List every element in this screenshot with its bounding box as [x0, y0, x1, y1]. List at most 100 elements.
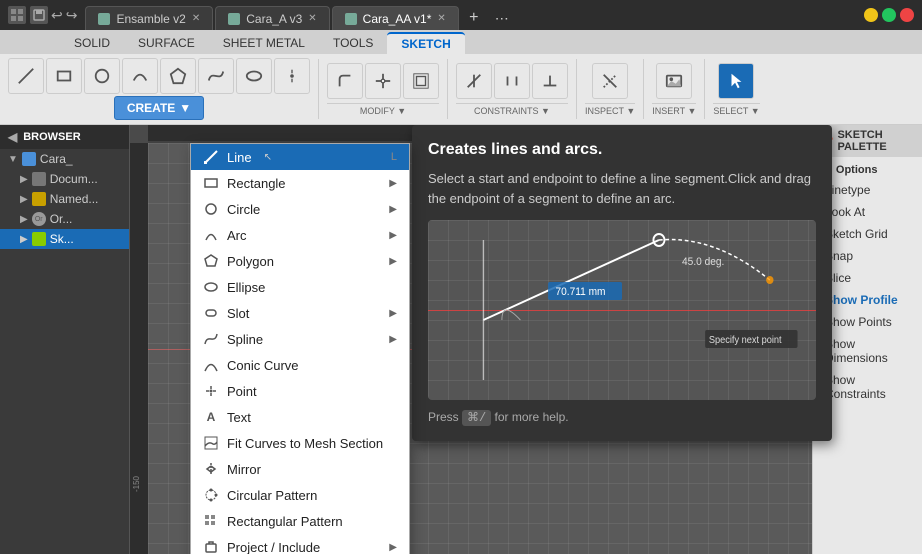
point-icon: [203, 383, 219, 399]
menu-item-conic[interactable]: Conic Curve: [191, 352, 409, 378]
trim-btn[interactable]: [365, 63, 401, 99]
menu-item-spline[interactable]: Spline ▶: [191, 326, 409, 352]
menu-polygon-label: Polygon: [227, 254, 274, 269]
menu-item-fit-curves[interactable]: Fit Curves to Mesh Section: [191, 430, 409, 456]
app-icon: [8, 6, 26, 24]
tab-close-cara-a[interactable]: ✕: [308, 13, 316, 24]
menu-item-circular-pattern[interactable]: Circular Pattern: [191, 482, 409, 508]
menu-line-label: Line: [227, 150, 252, 165]
polygon-tool-btn[interactable]: [160, 58, 196, 94]
sidebar-item-sketch[interactable]: ▶ Sk...: [0, 229, 129, 249]
tab-icon-ensamble: [98, 13, 110, 25]
line-tool-btn[interactable]: [8, 58, 44, 94]
canvas-container: -150 Line ↖ L Rectangle: [130, 125, 922, 554]
tab-sheet-metal[interactable]: SHEET METAL: [209, 32, 319, 54]
insert-image-btn[interactable]: [656, 63, 692, 99]
fillet-btn[interactable]: [327, 63, 363, 99]
offset-btn[interactable]: [403, 63, 439, 99]
perpendicular-btn[interactable]: [532, 63, 568, 99]
undo-btn[interactable]: ↩: [51, 7, 63, 24]
sidebar-item-cara-aa[interactable]: ▼ Cara_: [0, 149, 129, 169]
point-tool-btn[interactable]: [274, 58, 310, 94]
tab-sketch[interactable]: SKETCH: [387, 32, 464, 54]
ellipse-tool-btn[interactable]: [236, 58, 272, 94]
menu-project-arrow: ▶: [389, 542, 397, 553]
app-controls: ↩ ↪: [0, 6, 77, 24]
menu-item-circle[interactable]: Circle ▶: [191, 196, 409, 222]
tab-tools[interactable]: TOOLS: [319, 32, 387, 54]
save-btn[interactable]: [30, 6, 48, 24]
tab-overflow-btn[interactable]: ⋯: [489, 6, 515, 30]
tab-icon-cara-a: [228, 13, 240, 25]
menu-item-slot[interactable]: Slot ▶: [191, 300, 409, 326]
help-popup: Creates lines and arcs. Select a start a…: [412, 125, 832, 441]
spline-tool-btn[interactable]: [198, 58, 234, 94]
menu-circle-arrow: ▶: [389, 204, 397, 215]
close-btn[interactable]: [900, 8, 914, 22]
menu-item-line[interactable]: Line ↖ L: [191, 144, 409, 170]
sidebar-content: ▼ Cara_ ▶ Docum... ▶ Named... ▶ Or Or...…: [0, 149, 129, 554]
menu-item-rectangular-pattern[interactable]: Rectangular Pattern: [191, 508, 409, 534]
coincident-btn[interactable]: [456, 63, 492, 99]
menu-rect-pattern-label: Rectangular Pattern: [227, 514, 343, 529]
menu-item-project-include[interactable]: Project / Include ▶: [191, 534, 409, 554]
tab-close-cara-aa[interactable]: ✕: [437, 13, 445, 24]
ellipse-icon: [203, 279, 219, 295]
tab-close-ensamble[interactable]: ✕: [192, 13, 200, 24]
minimize-btn[interactable]: [864, 8, 878, 22]
menu-item-ellipse[interactable]: Ellipse: [191, 274, 409, 300]
slot-icon: [203, 305, 219, 321]
select-btn[interactable]: [718, 63, 754, 99]
menu-text-label: Text: [227, 410, 251, 425]
tab-surface[interactable]: SURFACE: [124, 32, 209, 54]
v-ruler: -150: [130, 143, 148, 554]
parallel-btn[interactable]: [494, 63, 530, 99]
menu-rectangle-label: Rectangle: [227, 176, 286, 191]
divider-3: [576, 59, 577, 119]
sidebar-item-origin[interactable]: ▶ Or Or...: [0, 209, 129, 229]
palette-title: SKETCH PALETTE: [837, 129, 914, 153]
polygon-icon: [203, 253, 219, 269]
menu-item-mirror[interactable]: Mirror: [191, 456, 409, 482]
svg-text:70.711 mm: 70.711 mm: [555, 286, 605, 298]
circle-icon: [203, 201, 219, 217]
create-menu-btn[interactable]: CREATE ▼: [114, 96, 204, 120]
line-icon: [203, 149, 219, 165]
tab-solid[interactable]: SOLID: [60, 32, 124, 54]
tab-label-cara-aa: Cara_AA v1*: [363, 12, 432, 26]
arc-tool-btn[interactable]: [122, 58, 158, 94]
menu-item-arc[interactable]: Arc ▶: [191, 222, 409, 248]
select-label: SELECT ▼: [713, 103, 759, 116]
menu-item-point[interactable]: Point: [191, 378, 409, 404]
help-body: Select a start and endpoint to define a …: [428, 169, 816, 208]
ribbon-tools: CREATE ▼ MODIFY ▼: [0, 54, 922, 124]
maximize-btn[interactable]: [882, 8, 896, 22]
sidebar-item-named[interactable]: ▶ Named...: [0, 189, 129, 209]
menu-item-text[interactable]: A Text: [191, 404, 409, 430]
tab-ensamble[interactable]: Ensamble v2 ✕: [85, 6, 213, 30]
inspect-btn[interactable]: [592, 63, 628, 99]
circle-tool-btn[interactable]: [84, 58, 120, 94]
menu-polygon-arrow: ▶: [389, 256, 397, 267]
spline-icon: [203, 331, 219, 347]
sidebar-named-label: Named...: [50, 192, 99, 206]
rectangle-tool-btn[interactable]: [46, 58, 82, 94]
tab-cara-aa[interactable]: Cara_AA v1* ✕: [332, 6, 459, 30]
menu-item-polygon[interactable]: Polygon ▶: [191, 248, 409, 274]
new-tab-btn[interactable]: +: [461, 6, 487, 30]
sidebar-collapse-arrow[interactable]: ◀: [8, 130, 17, 144]
arc-icon: [203, 227, 219, 243]
menu-item-rectangle[interactable]: Rectangle ▶: [191, 170, 409, 196]
redo-btn[interactable]: ↪: [66, 7, 78, 24]
fit-icon: [203, 435, 219, 451]
tab-icon-cara-aa: [345, 13, 357, 25]
ribbon: SOLID SURFACE SHEET METAL TOOLS SKETCH: [0, 30, 922, 125]
sidebar-cara-aa-label: Cara_: [40, 152, 73, 166]
origin-expand: ▶: [20, 214, 28, 225]
conic-icon: [203, 357, 219, 373]
sidebar-item-document[interactable]: ▶ Docum...: [0, 169, 129, 189]
svg-text:45.0 deg.: 45.0 deg.: [682, 256, 724, 268]
window-controls: [864, 8, 922, 22]
menu-fit-label: Fit Curves to Mesh Section: [227, 436, 383, 451]
tab-cara-a[interactable]: Cara_A v3 ✕: [215, 6, 329, 30]
